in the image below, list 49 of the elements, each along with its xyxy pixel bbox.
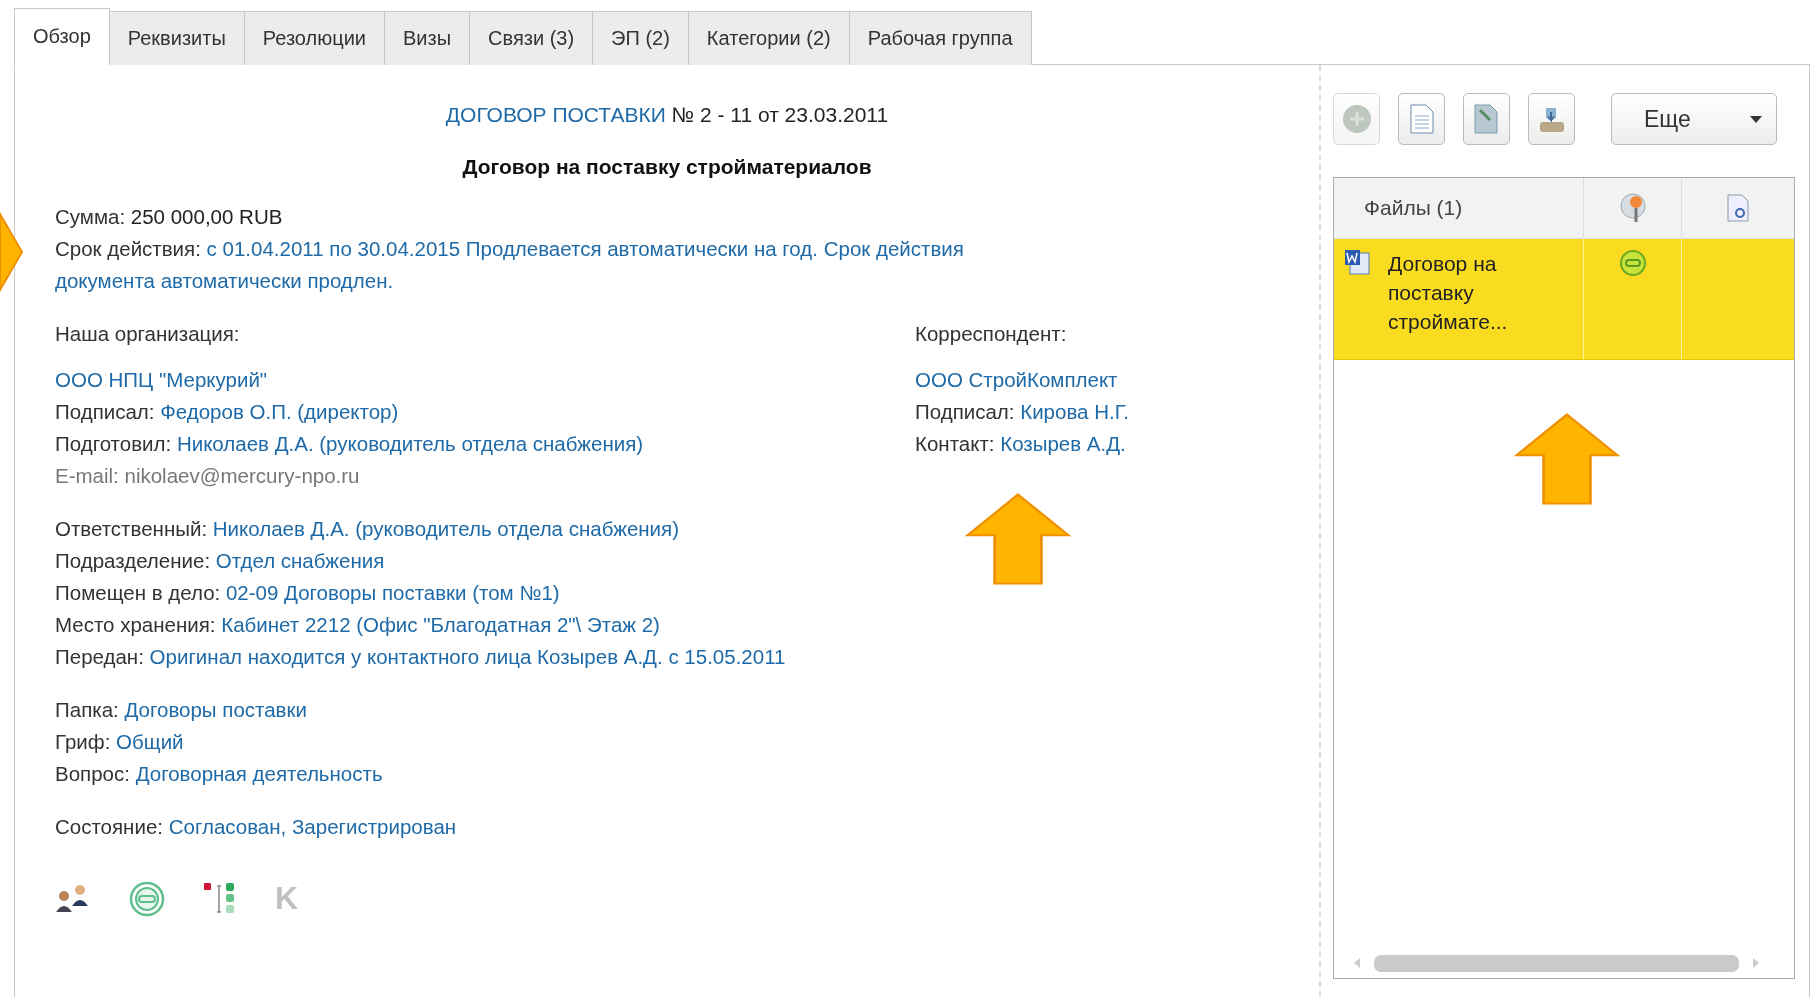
field-text: Гриф: Общий [55, 729, 185, 755]
document-subject: Договор на поставку стройматериалов [461, 155, 873, 179]
document-title: ДОГОВОР ПОСТАВКИ № 2 - 11 от 23.03.2011 [444, 102, 890, 128]
more-dropdown[interactable]: Еще [1611, 93, 1777, 145]
field-text: Подписал: Кирова Н.Г. [915, 399, 1129, 425]
field-text: Срок действия: с 01.04.2011 по 30.04.2015 Продлевается автоматически на год. Срок действия документа автоматически продлен. [55, 236, 965, 294]
field-text: Папка: Договоры поставки [55, 697, 308, 723]
file-row[interactable]: Договор на поставку строймате... [1334, 239, 1794, 360]
stamp-icon[interactable] [129, 880, 165, 917]
scroll-left-icon[interactable] [1354, 958, 1360, 968]
document-type-link[interactable]: ДОГОВОР ПОСТАВКИ [445, 103, 666, 126]
key-icon [1618, 192, 1647, 224]
scrollbar-thumb[interactable] [1374, 954, 1739, 972]
field-text: Передан: Оригинал находится у контактного лица Козырев А.Д. с 15.05.2011 [55, 644, 787, 670]
tab[interactable]: Категории (2) [687, 11, 850, 65]
field-text: Контакт: Козырев А.Д. [915, 431, 1127, 457]
field-text: Подразделение: Отдел снабжения [55, 548, 386, 574]
tab[interactable]: Связи (3) [469, 11, 594, 65]
section-heading: Корреспондент: [915, 321, 1068, 347]
toolbar-button[interactable] [1528, 93, 1575, 145]
scroll-right-icon[interactable] [1753, 958, 1759, 968]
field-text: Сумма: 250 000,00 RUB [55, 204, 284, 230]
tab[interactable]: ЭП (2) [592, 11, 689, 65]
field-text: Помещен в дело: 02-09 Договоры поставки (том №1) [55, 580, 561, 606]
file-name: Договор на поставку строймате... [1388, 251, 1509, 335]
document-icon [1409, 104, 1434, 134]
toolbar-button[interactable] [1398, 93, 1445, 145]
document-icon [1473, 104, 1500, 134]
caret-icon [1750, 115, 1762, 123]
section-heading: Наша организация: [55, 321, 241, 347]
word-file-icon [1344, 249, 1370, 275]
field-text: Подписал: Федоров О.П. (директор) [55, 399, 400, 425]
field-text: Подготовил: Николаев Д.А. (руководитель отдела снабжения) [55, 431, 645, 457]
toolbar-button[interactable] [1463, 93, 1510, 145]
organization-link[interactable]: ООО НПЦ "Меркурий" [55, 368, 268, 391]
field-text: E-mail: nikolaev@mercury-npo.ru [55, 463, 361, 489]
tab[interactable]: Реквизиты [108, 11, 245, 65]
add-icon [1341, 104, 1372, 134]
stamp-icon [1618, 249, 1647, 277]
organization-link[interactable]: ООО СтройКомплект [915, 368, 1118, 391]
tab[interactable]: Обзор [14, 8, 110, 65]
document-icon [1727, 194, 1749, 222]
tab[interactable]: Визы [384, 11, 471, 65]
field-text: Место хранения: Кабинет 2212 (Офис "Благодатная 2"\ Этаж 2) [55, 612, 661, 638]
field-text: Ответственный: Николаев Д.А. (руководитель отдела снабжения) [55, 516, 680, 542]
field-text: Вопрос: Договорная деятельность [55, 761, 384, 787]
tab[interactable]: Рабочая группа [848, 11, 1032, 65]
field-text: Состояние: Согласован, Зарегистрирован [55, 814, 458, 840]
tab[interactable]: Резолюции [243, 11, 386, 65]
